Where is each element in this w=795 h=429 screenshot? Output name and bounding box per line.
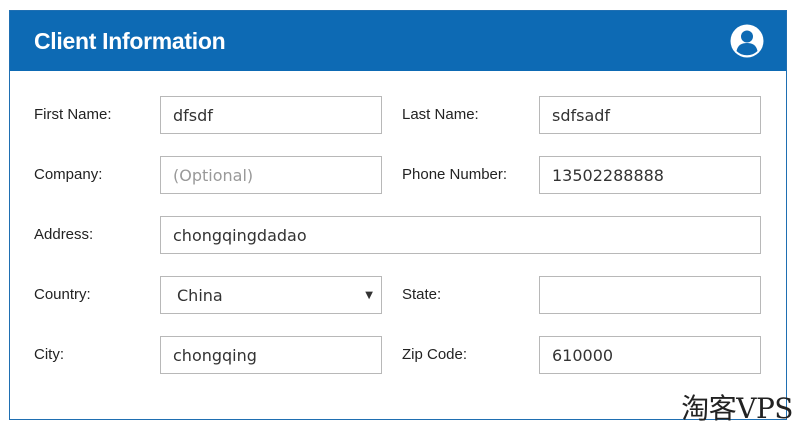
country-selected-value: China [177, 285, 223, 305]
company-label: Company: [34, 166, 103, 183]
panel-title: Client Information [34, 27, 226, 54]
address-input[interactable]: chongqingdadao [160, 216, 761, 254]
form-body: First Name: dfsdf Last Name: sdfsadf Com… [10, 71, 786, 419]
last-name-input[interactable]: sdfsadf [539, 96, 761, 134]
panel-header: Client Information [10, 11, 786, 71]
first-name-label: First Name: [34, 106, 112, 123]
address-label: Address: [34, 226, 94, 243]
watermark: 淘客VPS [681, 392, 793, 425]
country-select[interactable]: China ▼ [160, 276, 382, 314]
last-name-label: Last Name: [402, 106, 479, 123]
zip-code-label: Zip Code: [402, 346, 468, 363]
city-input[interactable]: chongqing [160, 336, 382, 374]
client-information-panel: Client Information First Name: dfsdf Las… [9, 10, 787, 420]
caret-down-icon: ▼ [365, 289, 373, 301]
first-name-input[interactable]: dfsdf [160, 96, 382, 134]
user-circle-icon[interactable] [730, 24, 764, 58]
phone-number-label: Phone Number: [402, 166, 508, 183]
zip-code-input[interactable]: 610000 [539, 336, 761, 374]
phone-number-input[interactable]: 13502288888 [539, 156, 761, 194]
state-label: State: [402, 286, 442, 303]
city-label: City: [34, 346, 64, 363]
country-label: Country: [34, 286, 91, 303]
company-input[interactable]: (Optional) [160, 156, 382, 194]
state-input[interactable] [539, 276, 761, 314]
